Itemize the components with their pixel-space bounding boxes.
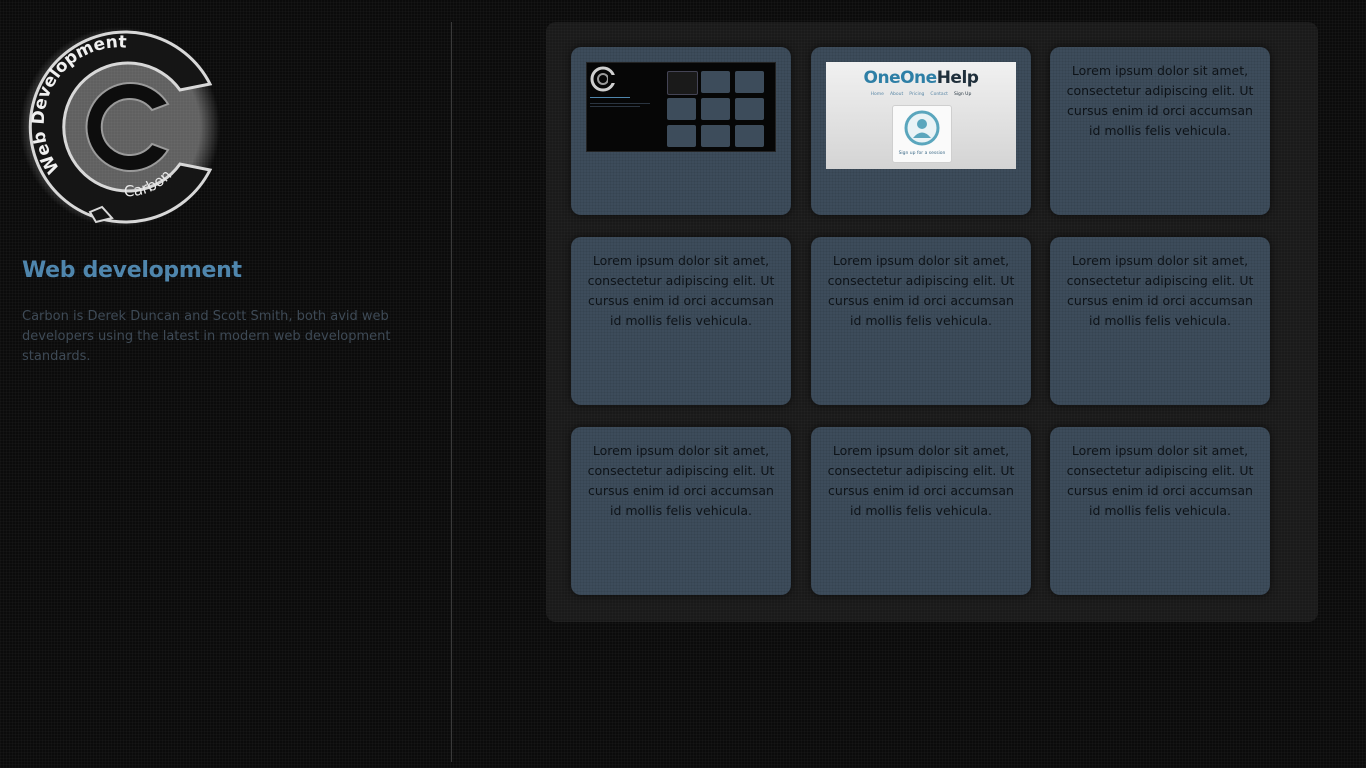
mini-tile (667, 71, 698, 95)
mini-heading-line (590, 97, 630, 98)
portfolio-tile-oneonehelp[interactable]: OneOneHelp Home About Pricing Contact Sign U… (811, 47, 1031, 215)
tile-description: Lorem ipsum dolor sit amet, consectetur … (1066, 253, 1254, 328)
site-description: Carbon is Derek Duncan and Scott Smith, … (22, 309, 391, 364)
mini-tile (735, 125, 764, 147)
tile-description: Lorem ipsum dolor sit amet, consectetur … (1066, 63, 1254, 138)
portfolio-tile[interactable]: Lorem ipsum dolor sit amet, consectetur … (571, 427, 791, 595)
mini-tile (735, 71, 764, 93)
portfolio-tile[interactable]: Lorem ipsum dolor sit amet, consectetur … (571, 237, 791, 405)
person-icon (904, 110, 940, 146)
mini-text-line (590, 103, 650, 104)
portfolio-tile[interactable]: Lorem ipsum dolor sit amet, consectetur … (811, 237, 1031, 405)
portfolio-tile[interactable]: Lorem ipsum dolor sit amet, consectetur … (811, 427, 1031, 595)
oneonehelp-logo: OneOneHelp (863, 68, 979, 88)
oneonehelp-nav: Home About Pricing Contact Sign Up (870, 92, 972, 97)
portfolio-tile[interactable]: Lorem ipsum dolor sit amet, consectetur … (1050, 47, 1270, 215)
portfolio-tile-carbon[interactable] (571, 47, 791, 215)
divider (451, 22, 452, 762)
mini-tile (701, 98, 730, 120)
mini-tile (735, 98, 764, 120)
oneonehelp-site-thumbnail[interactable]: OneOneHelp Home About Pricing Contact Sign U… (826, 62, 1016, 169)
carbon-logo[interactable]: Web Development Carbon (20, 24, 226, 230)
portfolio-panel: OneOneHelp Home About Pricing Contact Sign U… (546, 22, 1318, 622)
mini-tile (701, 125, 730, 147)
mini-text-line (590, 106, 640, 107)
tile-description: Lorem ipsum dolor sit amet, consectetur … (587, 443, 775, 518)
mini-tile (667, 125, 696, 147)
sidebar: Web Development Carbon Web development C… (0, 0, 452, 768)
page-title: Web development (22, 258, 242, 283)
tile-description: Lorem ipsum dolor sit amet, consectetur … (587, 253, 775, 328)
tile-description: Lorem ipsum dolor sit amet, consectetur … (827, 443, 1015, 518)
carbon-site-thumbnail[interactable] (586, 62, 776, 152)
portfolio-tile[interactable]: Lorem ipsum dolor sit amet, consectetur … (1050, 237, 1270, 405)
signup-cta: Sign up for a session (898, 151, 946, 156)
signup-card: Sign up for a session (892, 105, 952, 163)
mini-tile (701, 71, 730, 93)
mini-logo-icon (590, 66, 616, 92)
portfolio-tile[interactable]: Lorem ipsum dolor sit amet, consectetur … (1050, 427, 1270, 595)
mini-grid (667, 71, 767, 149)
tile-description: Lorem ipsum dolor sit amet, consectetur … (827, 253, 1015, 328)
tile-description: Lorem ipsum dolor sit amet, consectetur … (1066, 443, 1254, 518)
mini-tile (667, 98, 696, 120)
